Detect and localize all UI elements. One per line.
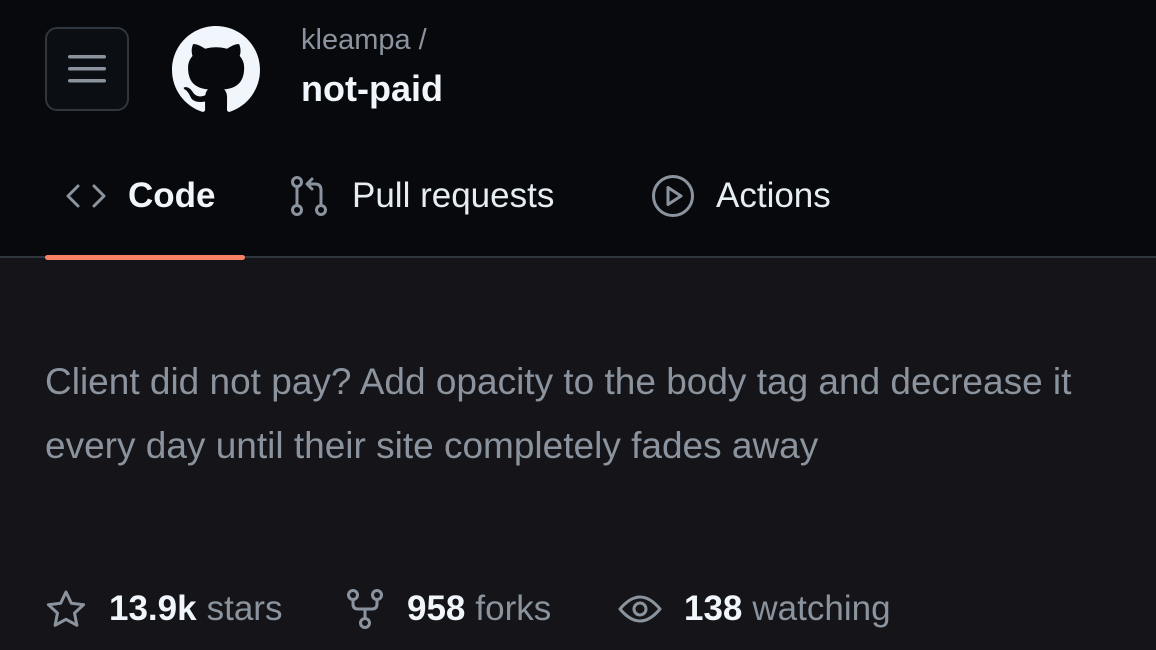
repo-forked-icon bbox=[345, 588, 385, 630]
watchers-link[interactable]: 138 watching bbox=[618, 580, 891, 638]
tab-actions-label: Actions bbox=[716, 176, 831, 215]
github-logo[interactable] bbox=[172, 26, 260, 114]
forks-count: 958 bbox=[407, 589, 466, 628]
repo-description: Client did not pay? Add opacity to the b… bbox=[45, 361, 1072, 466]
repo-owner-link[interactable]: kleampa / bbox=[301, 24, 427, 57]
star-icon bbox=[45, 589, 87, 629]
tab-pull-requests[interactable]: Pull requests bbox=[288, 164, 554, 228]
watching-label: watching bbox=[752, 589, 891, 628]
stars-label: stars bbox=[206, 589, 283, 628]
repo-header: kleampa / not-paid Code Pull requests Ac… bbox=[0, 0, 1156, 260]
forks-link[interactable]: 958 forks bbox=[345, 580, 551, 638]
watching-count: 138 bbox=[684, 589, 743, 628]
stars-count: 13.9k bbox=[109, 589, 197, 628]
forks-label: forks bbox=[475, 589, 552, 628]
stars-link[interactable]: 13.9k stars bbox=[45, 580, 282, 638]
eye-icon bbox=[618, 593, 662, 625]
tab-code-label: Code bbox=[128, 176, 216, 215]
hamburger-icon bbox=[68, 55, 106, 83]
tab-actions[interactable]: Actions bbox=[650, 164, 831, 228]
tab-pull-requests-label: Pull requests bbox=[352, 176, 555, 215]
selected-tab-indicator bbox=[45, 255, 245, 260]
play-icon bbox=[650, 173, 696, 219]
menu-button[interactable] bbox=[45, 27, 129, 111]
tab-code[interactable]: Code bbox=[64, 164, 216, 228]
git-pull-request-icon bbox=[288, 174, 332, 218]
code-icon bbox=[64, 181, 108, 211]
repo-name-link[interactable]: not-paid bbox=[301, 68, 443, 110]
